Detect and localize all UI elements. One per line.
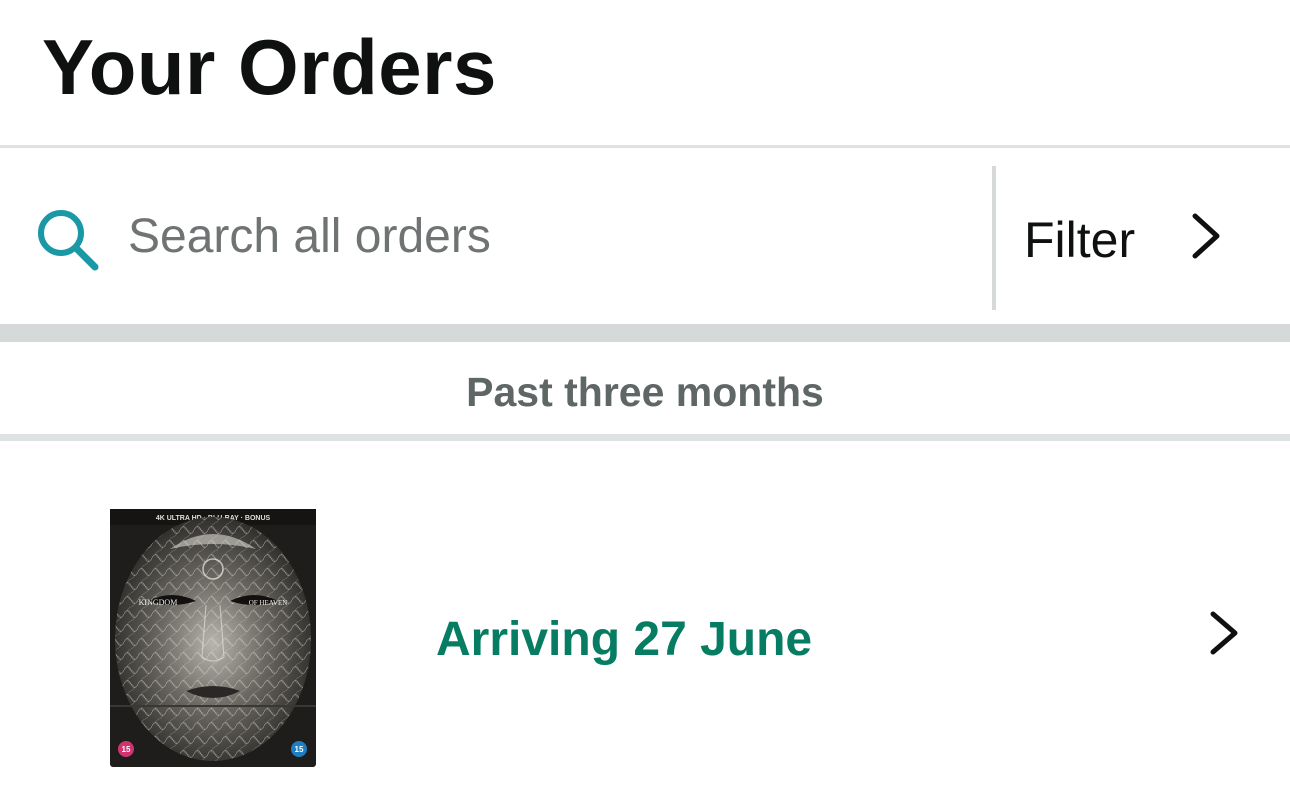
filter-button[interactable]: Filter [996,148,1290,324]
delivery-status: Arriving 27 June [436,613,813,666]
chevron-right-icon [1210,611,1238,655]
filter-label: Filter [1024,212,1136,268]
search-row: Filter [0,148,1290,324]
page-header: Your Orders [0,0,1290,146]
search-icon [38,210,99,271]
cover-rating-left: 15 [122,745,131,754]
section-title: Past three months [466,369,824,415]
chevron-right-icon [1192,213,1220,259]
product-image: 4K ULTRA HD · BLU-RAY · BONUS KINGDOM OF… [110,509,316,767]
section-separator-band [0,324,1290,342]
page-title: Your Orders [42,23,497,111]
cover-title-left: KINGDOM [139,598,178,607]
order-list-item[interactable]: 4K ULTRA HD · BLU-RAY · BONUS KINGDOM OF… [0,441,1290,788]
search-field[interactable] [0,148,993,324]
orders-page: Your Orders Filter Past three months [0,0,1290,788]
search-input[interactable] [128,206,958,266]
section-divider [0,434,1290,441]
section-header: Past three months [0,342,1290,434]
cover-title-right: OF HEAVEN [249,599,288,607]
cover-rating-right: 15 [295,745,304,754]
